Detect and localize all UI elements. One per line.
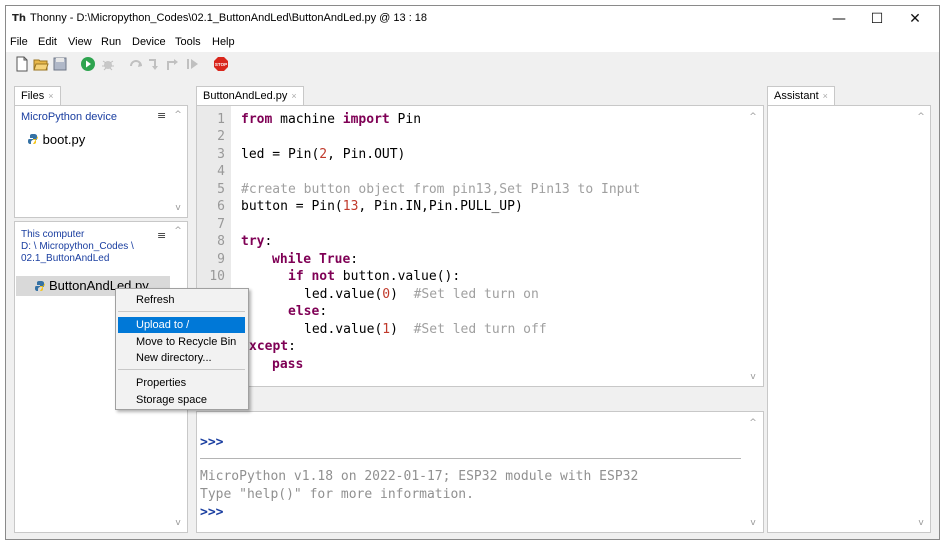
new-file-icon[interactable] [14,56,30,72]
shell-prompt[interactable]: >>> [200,505,223,520]
shell-prompt: >>> [200,435,224,450]
menu-separator [118,311,245,312]
shell-panel[interactable]: >>> MicroPython v1.18 on 2022-01-17; ESP… [196,411,764,533]
tab-files[interactable]: Files × [14,86,61,106]
code-line: while True: [272,252,359,267]
menu-device[interactable]: Device [132,36,166,48]
context-item-refresh[interactable]: Refresh [118,292,245,308]
computer-menu-icon[interactable]: ≡ [157,229,166,242]
assistant-scrollbar[interactable]: ^ v [914,106,929,532]
toolbar: STOP [6,52,939,78]
code-line: from machine import Pin [241,112,422,127]
scroll-up-icon[interactable]: ^ [748,112,758,122]
code-text[interactable]: from machine import Pin led = Pin(2, Pin… [197,106,640,372]
computer-path-line1[interactable]: D: \ Micropython_Codes \ [21,241,134,253]
scroll-up-icon[interactable]: ^ [748,418,758,428]
scroll-down-icon[interactable]: v [916,518,926,528]
code-line: xcept: [249,339,296,354]
scroll-up-icon[interactable]: ^ [173,226,183,236]
menu-view[interactable]: View [68,36,92,48]
tab-editor[interactable]: ButtonAndLed.py × [196,86,304,106]
code-line: led.value(1) #Set led turn off [304,322,547,337]
code-line: if not button.value(): [288,269,461,284]
tab-assistant-label: Assistant [774,90,819,102]
code-line: try: [241,234,273,249]
code-line: #create button object from pin13,Set Pin… [241,182,641,197]
device-header: MicroPython device [21,111,117,123]
python-file-icon [35,281,45,291]
menu-file[interactable]: File [10,36,28,48]
save-icon[interactable] [52,56,68,72]
shell-scrollbar[interactable]: ^ v [746,412,761,532]
open-file-icon[interactable] [33,56,49,72]
shell-banner-line: MicroPython v1.18 on 2022-01-17; ESP32 m… [200,469,639,484]
scroll-down-icon[interactable]: v [748,372,758,382]
scroll-up-icon[interactable]: ^ [916,112,926,122]
context-item-move-to-recycle-bin[interactable]: Move to Recycle Bin [118,334,245,350]
tab-files-label: Files [21,90,45,102]
step-over-icon[interactable] [128,56,144,72]
scroll-down-icon[interactable]: v [173,203,183,213]
close-button[interactable]: ✕ [892,6,938,32]
tab-editor-close-icon[interactable]: × [291,91,296,101]
assistant-panel: ^ v [767,105,931,533]
scroll-up-icon[interactable]: ^ [173,110,183,120]
code-line: led = Pin(2, Pin.OUT) [241,147,406,162]
thonny-logo-icon: Th [12,13,26,24]
context-item-upload[interactable]: Upload to / [118,317,245,333]
menu-separator [118,369,245,370]
debug-icon[interactable] [100,56,116,72]
code-line: else: [288,304,328,319]
context-item-storage-space[interactable]: Storage space [118,392,245,408]
tab-files-close-icon[interactable]: × [48,91,53,101]
device-files-panel: MicroPython device ≡ boot.py ^ v [14,105,188,218]
shell-banner-line: Type "help()" for more information. [200,487,474,502]
context-item-properties[interactable]: Properties [118,375,245,391]
window-title: Thonny - D:\Micropython_Codes\02.1_Butto… [30,12,428,24]
step-out-icon[interactable] [164,56,180,72]
stop-label: STOP [215,62,227,67]
resume-icon[interactable] [184,56,200,72]
menu-run[interactable]: Run [101,36,121,48]
device-menu-icon[interactable]: ≡ [157,109,166,122]
editor-scrollbar[interactable]: ^ v [746,106,761,386]
menu-edit[interactable]: Edit [38,36,57,48]
code-line: pass [272,357,304,372]
code-editor[interactable]: 1 2 3 4 5 6 7 8 9 10 from machine import… [196,105,764,387]
tab-assistant-close-icon[interactable]: × [823,91,828,101]
context-menu: Refresh Upload to / Move to Recycle Bin … [115,288,249,410]
python-file-icon [28,134,38,144]
menu-help[interactable]: Help [212,36,235,48]
code-line: led.value(0) #Set led turn on [304,287,539,302]
tab-assistant[interactable]: Assistant × [767,86,835,106]
run-icon[interactable] [80,56,96,72]
scroll-down-icon[interactable]: v [748,518,758,528]
context-item-new-directory[interactable]: New directory... [118,350,245,366]
stop-icon[interactable]: STOP [213,56,229,72]
computer-path-line2[interactable]: 02.1_ButtonAndLed [21,253,134,265]
computer-title: This computer [21,229,85,240]
device-scrollbar[interactable]: ^ v [171,106,186,217]
file-name: boot.py [42,132,86,147]
menu-bar: File Edit View Run Device Tools Help [6,32,939,52]
computer-header: This computer D: \ Micropython_Codes \ 0… [21,229,134,265]
shell-divider [200,458,741,459]
list-item[interactable]: boot.py [27,132,85,147]
tab-editor-label: ButtonAndLed.py [203,90,288,102]
menu-tools[interactable]: Tools [175,36,201,48]
step-into-icon[interactable] [146,56,162,72]
thonny-window: Th Thonny - D:\Micropython_Codes\02.1_Bu… [5,5,940,540]
scroll-down-icon[interactable]: v [173,518,183,528]
title-bar: Th Thonny - D:\Micropython_Codes\02.1_Bu… [6,6,939,32]
code-line: button = Pin(13, Pin.IN,Pin.PULL_UP) [241,199,523,214]
